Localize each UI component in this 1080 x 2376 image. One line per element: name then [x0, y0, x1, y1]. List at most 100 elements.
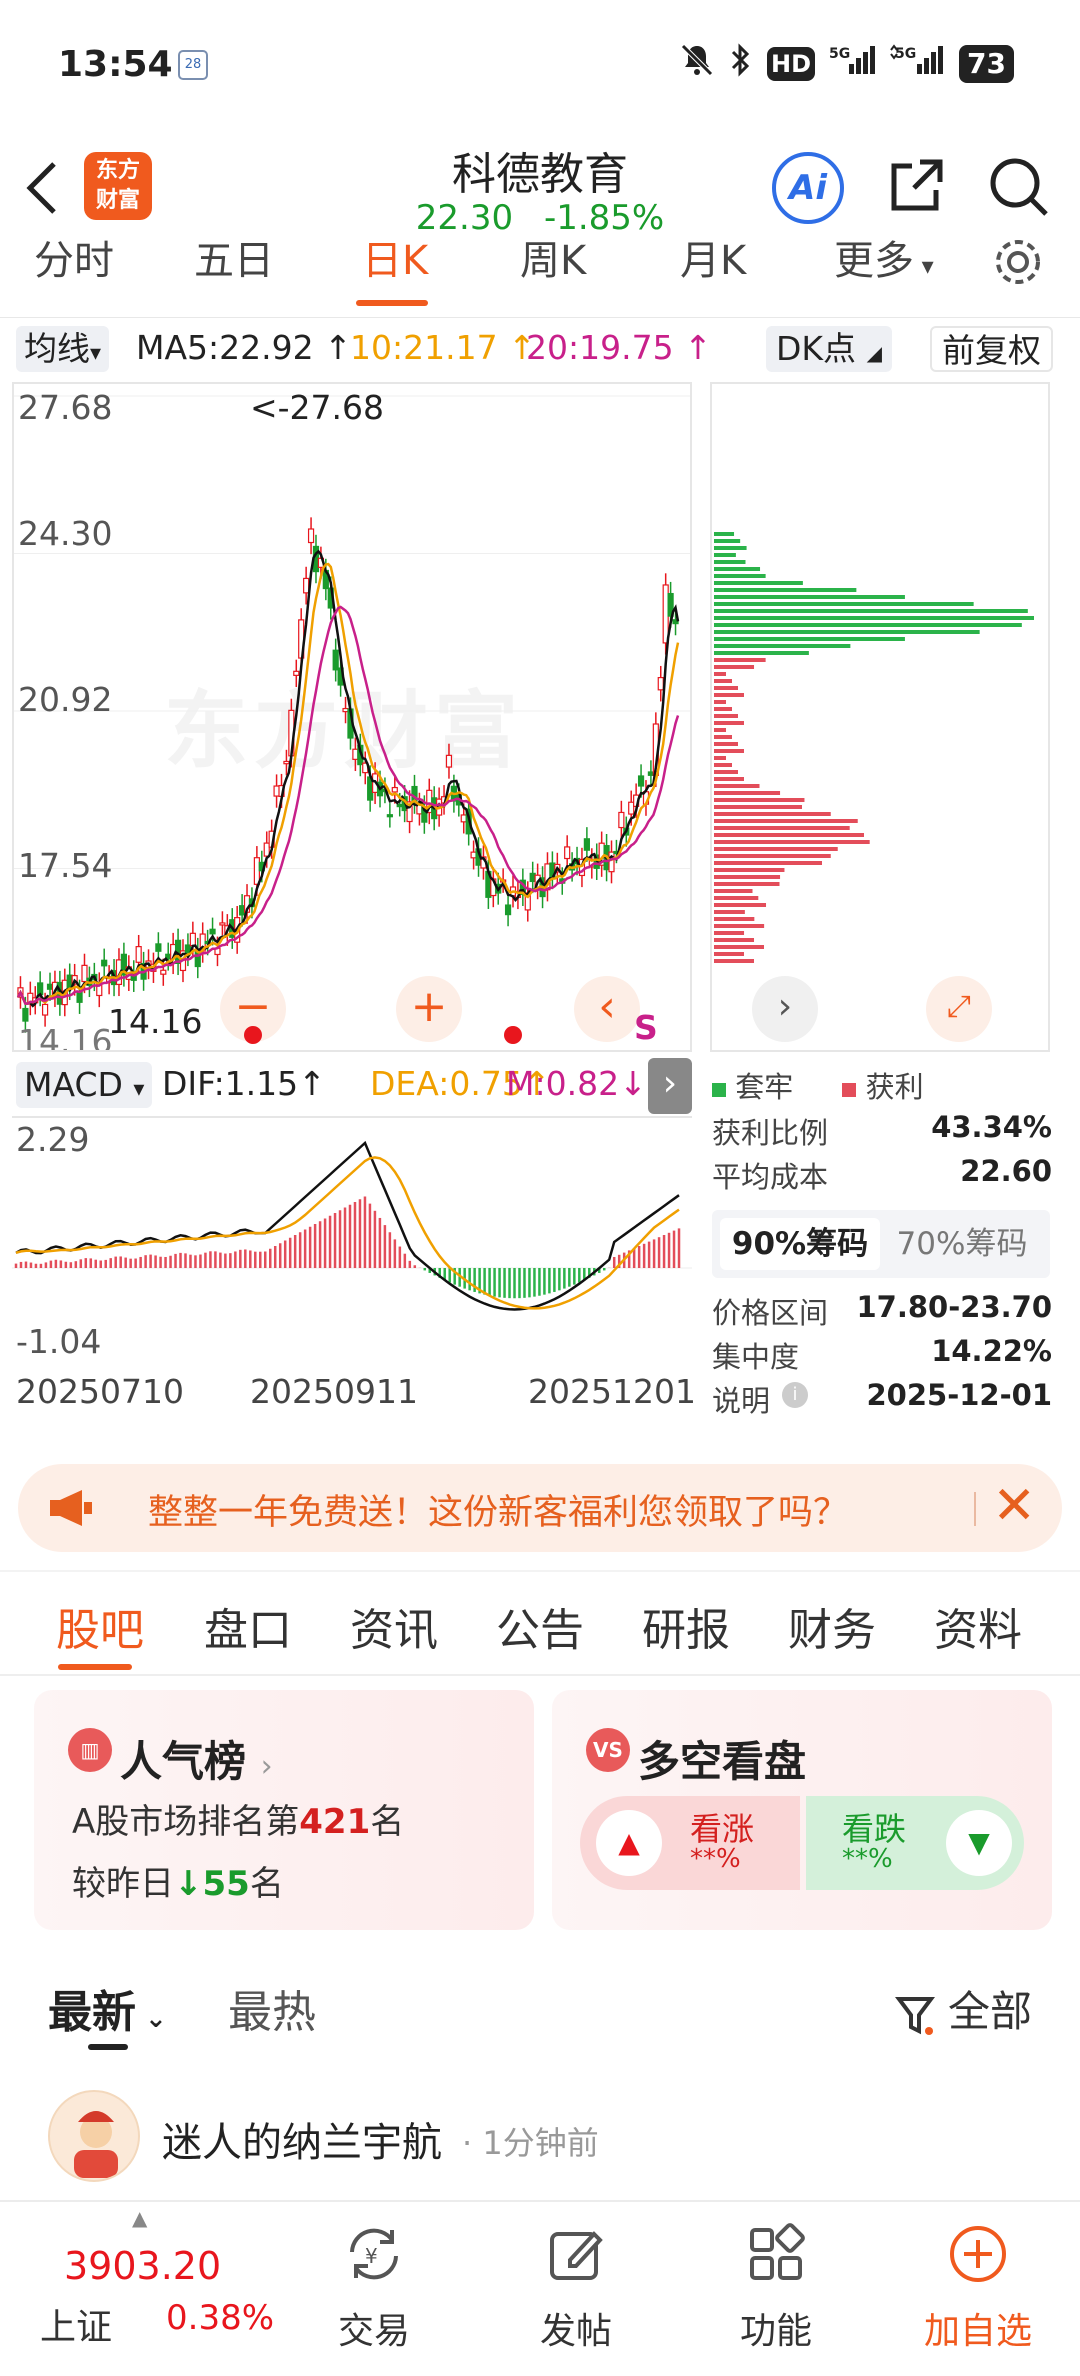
chip-next-button[interactable]: › — [752, 976, 818, 1042]
tab-daily-k[interactable]: 日K — [362, 240, 428, 286]
nav-add-watchlist[interactable]: 加自选 — [908, 2222, 1048, 2362]
index-pct[interactable]: 0.38% — [166, 2298, 274, 2338]
candle-body — [657, 676, 664, 691]
share-icon[interactable] — [886, 156, 946, 216]
tab-guba[interactable]: 股吧 — [56, 1594, 144, 1658]
stock-price: 22.30 — [415, 198, 514, 238]
gear-icon[interactable] — [990, 240, 1046, 290]
rank-prefix: A股市场排名第 — [72, 1802, 300, 1842]
nav-trade[interactable]: ¥ 交易 — [304, 2222, 444, 2362]
candle-body — [293, 670, 300, 676]
nav-functions[interactable]: 功能 — [706, 2222, 846, 2362]
tab-news[interactable]: 资讯 — [350, 1594, 438, 1658]
tab-hottest[interactable]: 最热 — [228, 1976, 316, 2040]
tab-intraday[interactable]: 分时 — [34, 240, 114, 286]
content-tab-underline — [58, 1664, 132, 1670]
chip-bar — [714, 896, 759, 900]
adjust-select[interactable]: 前复权 — [930, 326, 1053, 372]
chip-bar — [714, 728, 726, 732]
avatar[interactable] — [48, 2090, 140, 2182]
sell-marker: S — [634, 1008, 658, 1047]
megaphone-icon — [46, 1486, 96, 1530]
chip-bar — [714, 679, 732, 683]
caret-up-icon: ▲ — [596, 1810, 662, 1876]
stat-label: 平均成本 — [712, 1160, 829, 1194]
signal-5g-icon: 5G — [829, 42, 876, 85]
tab-pankou[interactable]: 盘口 — [204, 1594, 292, 1658]
chip-distribution-chart[interactable]: › ⤢ — [710, 382, 1050, 1052]
stat-value: 43.34% — [931, 1110, 1052, 1144]
filter-icon — [894, 1996, 935, 2035]
chip-bar — [714, 770, 738, 774]
feed-tabs: 最新 ⌄ 最热 全部 — [0, 1960, 1080, 2050]
info-icon[interactable]: i — [782, 1382, 808, 1408]
search-icon[interactable] — [988, 156, 1050, 218]
edit-icon — [550, 2231, 603, 2280]
chip-bar — [714, 812, 831, 816]
tab-weekly-k[interactable]: 周K — [520, 240, 586, 286]
tab-chip-70[interactable]: 70%筹码 — [882, 1218, 1042, 1270]
tab-profile[interactable]: 资料 — [934, 1594, 1022, 1658]
sentiment-card: VS 多空看盘 ▲ 看涨 **% 看跌 **% ▼ — [552, 1690, 1052, 1930]
expand-icon[interactable]: ⤢ — [926, 976, 992, 1042]
chip-bar — [714, 616, 1034, 620]
tab-latest[interactable]: 最新 ⌄ — [48, 1976, 167, 2040]
post-item[interactable]: 迷人的纳兰宇航 · 1分钟前 — [0, 2090, 1080, 2190]
scroll-left-button[interactable]: ‹ — [574, 976, 640, 1042]
popularity-card[interactable]: ▥ 人气榜 › A股市场排名第421名 较昨日↓55名 — [34, 1690, 534, 1930]
bear-vote-button[interactable]: 看跌 **% ▼ — [806, 1796, 1024, 1890]
chip-bar — [714, 658, 766, 662]
tab-chip-90[interactable]: 90%筹码 — [720, 1218, 880, 1270]
close-icon[interactable]: ✕ — [992, 1478, 1036, 1534]
macd-select-label: MACD — [24, 1065, 123, 1104]
macd-select[interactable]: MACD ▾ — [16, 1062, 153, 1108]
stat-row: 获利比例 43.34% — [712, 1110, 1052, 1154]
candle-body — [342, 707, 349, 713]
period-active-underline — [356, 300, 428, 306]
bull-vote-button[interactable]: ▲ 看涨 **% — [580, 1796, 800, 1890]
tab-research[interactable]: 研报 — [642, 1594, 730, 1658]
candle-body — [283, 760, 290, 765]
date-label: 20250911 — [250, 1372, 418, 1411]
legend-trapped: 套牢 — [735, 1070, 794, 1104]
filter-label: 全部 — [947, 1987, 1032, 2036]
tab-announcements[interactable]: 公告 — [496, 1594, 584, 1658]
stat-value: 17.80-23.70 — [856, 1290, 1053, 1324]
macd-chart[interactable]: 2.29 -1.04 — [12, 1116, 692, 1356]
filter-button[interactable]: 全部 — [894, 1978, 1032, 2039]
kline-chart[interactable]: 东方财富 27.68 24.30 20.92 17.54 14.16 <-27.… — [12, 382, 692, 1052]
kline-y-label: 27.68 — [18, 388, 113, 427]
post-author[interactable]: 迷人的纳兰宇航 — [162, 2110, 442, 2168]
chip-bar — [714, 952, 745, 956]
stat-row: 说明 i 2025-12-01 — [712, 1378, 1052, 1422]
chip-bar — [714, 644, 851, 648]
ai-assistant-button[interactable]: Ai — [772, 152, 844, 224]
chip-legend: 套牢 获利 — [712, 1064, 924, 1106]
chip-bar — [714, 721, 744, 725]
chip-canvas — [714, 532, 1034, 963]
tab-more-label: 更多 — [834, 240, 914, 284]
chip-bar — [714, 910, 745, 914]
rank-number: 421 — [299, 1802, 371, 1842]
tab-five-day[interactable]: 五日 — [194, 240, 274, 286]
index-value[interactable]: 3903.20 — [64, 2244, 221, 2288]
nav-post[interactable]: 发帖 — [506, 2222, 646, 2362]
tab-more[interactable]: 更多 ▾ — [834, 240, 934, 286]
ma-select[interactable]: 均线▾ — [16, 326, 110, 372]
index-name[interactable]: 上证 — [40, 2298, 112, 2350]
tab-monthly-k[interactable]: 月K — [680, 240, 746, 286]
zoom-in-button[interactable]: + — [396, 976, 462, 1042]
candle-body — [332, 649, 339, 671]
macd-dif: DIF:1.15↑ — [162, 1064, 326, 1103]
macd-next-button[interactable]: › — [648, 1058, 692, 1114]
tab-finance[interactable]: 财务 — [788, 1594, 876, 1658]
sentiment-title: 多空看盘 — [638, 1737, 807, 1786]
chip-bar — [714, 553, 736, 557]
promo-banner[interactable]: 整整一年免费送！这份新客福利您领取了吗？ ✕ — [18, 1464, 1062, 1552]
corner-arrow-icon: ◢ — [866, 341, 882, 365]
ma20-text: 20:19.75 — [526, 328, 674, 367]
dk-point-select[interactable]: DK点 ◢ — [766, 326, 892, 372]
period-tabs: 分时 五日 日K 周K 月K 更多 ▾ — [0, 240, 1080, 318]
dif-line — [15, 1140, 680, 1311]
down-arrow-icon: ↓ — [619, 1064, 647, 1103]
